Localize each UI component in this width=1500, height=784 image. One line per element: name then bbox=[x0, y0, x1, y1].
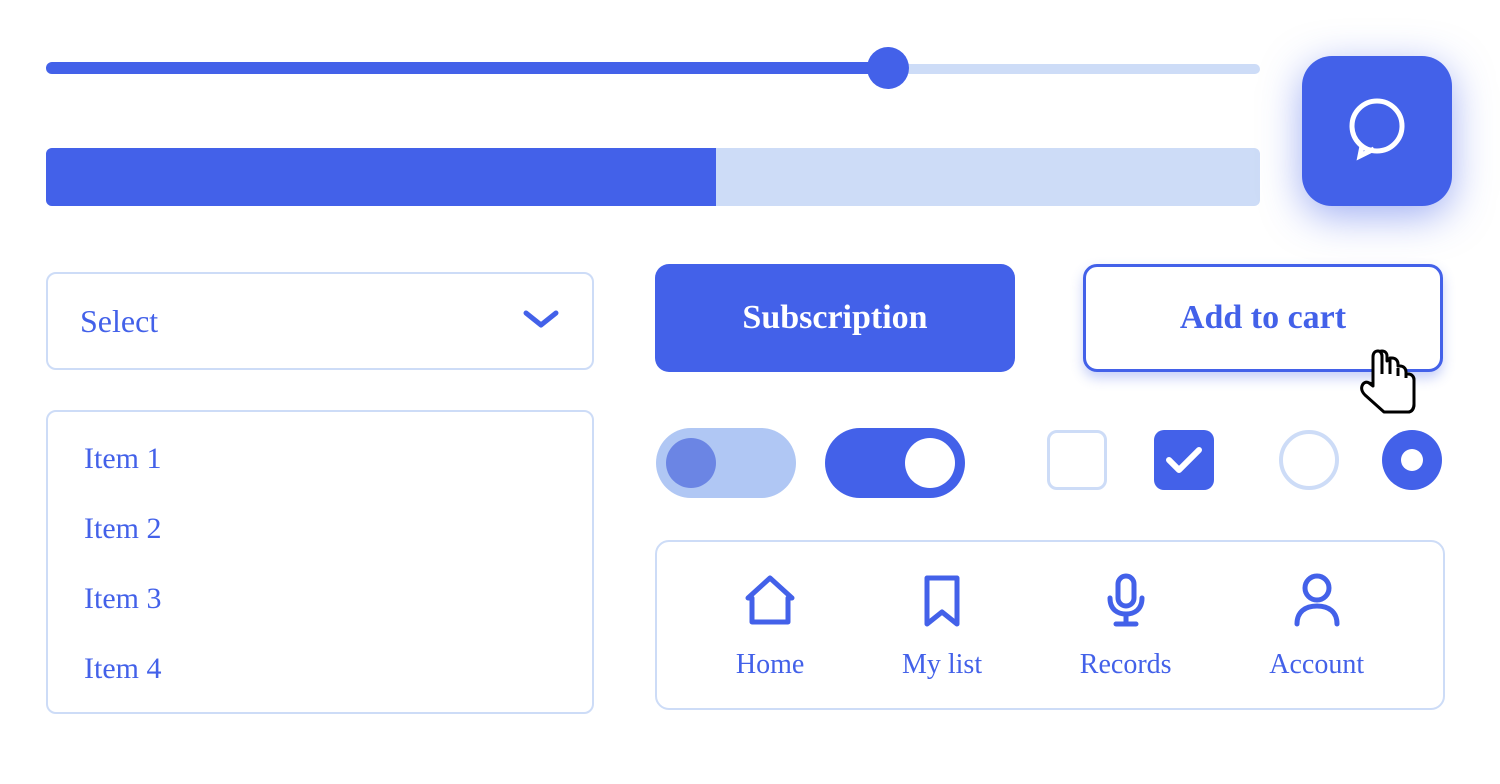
toggle-switch-off[interactable] bbox=[656, 428, 796, 498]
chevron-down-icon bbox=[522, 307, 560, 336]
toggle-switch-on[interactable] bbox=[825, 428, 965, 498]
list-item[interactable]: Item 1 bbox=[84, 442, 556, 476]
nav-label: Records bbox=[1080, 649, 1172, 681]
list-item[interactable]: Item 2 bbox=[84, 512, 556, 546]
select-label: Select bbox=[80, 303, 158, 340]
home-icon bbox=[740, 570, 800, 635]
nav-item-account[interactable]: Account bbox=[1269, 570, 1364, 681]
subscription-button[interactable]: Subscription bbox=[655, 264, 1015, 372]
nav-item-home[interactable]: Home bbox=[736, 570, 804, 681]
checkbox-checked[interactable] bbox=[1154, 430, 1214, 490]
items-list: Item 1 Item 2 Item 3 Item 4 bbox=[46, 410, 594, 714]
user-icon bbox=[1287, 570, 1347, 635]
radio-checked[interactable] bbox=[1382, 430, 1442, 490]
toggle-thumb bbox=[905, 438, 955, 488]
checkbox-unchecked[interactable] bbox=[1047, 430, 1107, 490]
chat-icon bbox=[1342, 94, 1412, 169]
nav-label: Home bbox=[736, 649, 804, 681]
bookmark-icon bbox=[912, 570, 972, 635]
nav-item-mylist[interactable]: My list bbox=[902, 570, 982, 681]
slider-thumb[interactable] bbox=[867, 47, 909, 89]
nav-label: Account bbox=[1269, 649, 1364, 681]
slider-fill bbox=[46, 62, 888, 74]
button-label: Subscription bbox=[742, 299, 927, 337]
progress-bar-fill bbox=[46, 148, 716, 206]
pointer-cursor-icon bbox=[1360, 346, 1420, 421]
toggle-thumb bbox=[666, 438, 716, 488]
chat-button[interactable] bbox=[1302, 56, 1452, 206]
list-item[interactable]: Item 4 bbox=[84, 652, 556, 686]
list-item[interactable]: Item 3 bbox=[84, 582, 556, 616]
radio-inner-dot bbox=[1401, 449, 1423, 471]
nav-item-records[interactable]: Records bbox=[1080, 570, 1172, 681]
radio-unchecked[interactable] bbox=[1279, 430, 1339, 490]
check-icon bbox=[1164, 445, 1204, 475]
microphone-icon bbox=[1096, 570, 1156, 635]
navigation-bar: Home My list Records Account bbox=[655, 540, 1445, 710]
select-dropdown[interactable]: Select bbox=[46, 272, 594, 370]
nav-label: My list bbox=[902, 649, 982, 681]
button-label: Add to cart bbox=[1180, 299, 1346, 337]
